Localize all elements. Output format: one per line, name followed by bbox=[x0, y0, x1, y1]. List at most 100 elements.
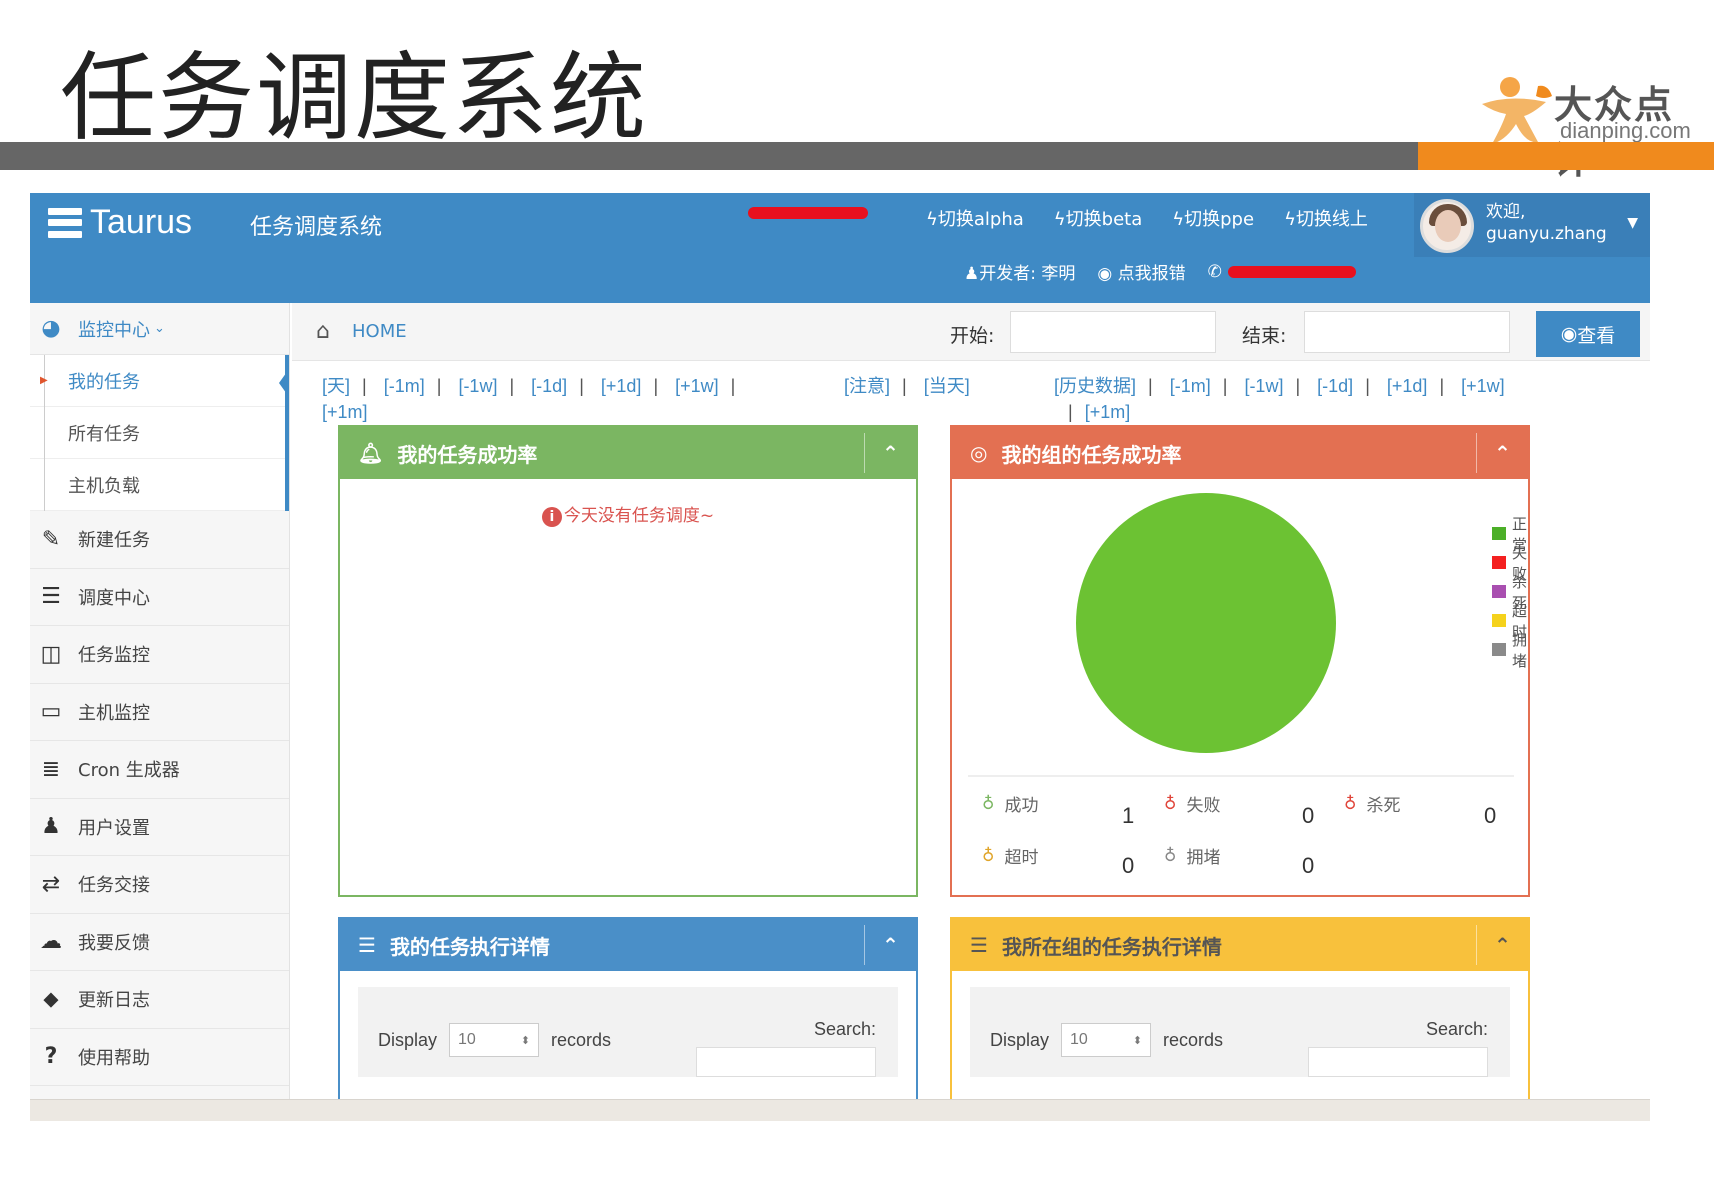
lightbulb-icon: ♁ bbox=[1164, 793, 1177, 814]
range-history-minus-1m[interactable]: [-1m] bbox=[1170, 376, 1211, 396]
panel-my-success-rate: 🔔︎ 我的任务成功率 ⌃ i 今天没有任务调度~ bbox=[338, 425, 918, 897]
user-greeting-block: 欢迎, guanyu.zhang bbox=[1486, 201, 1607, 245]
pie-chart bbox=[1076, 493, 1336, 753]
switch-beta-link[interactable]: ϟ切换beta bbox=[1054, 205, 1142, 231]
range-history-minus-1w[interactable]: [-1w] bbox=[1244, 376, 1283, 396]
stat-success-value: 1 bbox=[1122, 803, 1135, 828]
sidebar-item-all-tasks[interactable]: 所有任务 bbox=[30, 407, 285, 459]
range-minus-1d[interactable]: [-1d] bbox=[531, 376, 567, 396]
range-history-minus-1d[interactable]: [-1d] bbox=[1317, 376, 1353, 396]
slide-divider-accent bbox=[1418, 142, 1714, 170]
range-history[interactable]: [历史数据] bbox=[1054, 376, 1136, 396]
chevron-down-icon: ⌄ bbox=[154, 321, 165, 336]
stat-failed-value: 0 bbox=[1302, 803, 1315, 828]
switch-online-link[interactable]: ϟ切换线上 bbox=[1284, 205, 1368, 231]
range-today[interactable]: [当天] bbox=[924, 376, 970, 396]
range-minus-1w[interactable]: [-1w] bbox=[458, 376, 497, 396]
edit-icon: ✎ bbox=[41, 526, 61, 552]
slide-title: 任务调度系统 bbox=[60, 42, 648, 154]
view-button[interactable]: ◉ 查看 bbox=[1536, 311, 1640, 357]
range-history-plus-1w[interactable]: [+1w] bbox=[1461, 376, 1505, 396]
chevron-up-icon: ⌃ bbox=[882, 933, 899, 957]
avatar bbox=[1420, 199, 1474, 253]
range-plus-1d[interactable]: [+1d] bbox=[601, 376, 642, 396]
sidebar-item-changelog[interactable]: ⬥ 更新日志 bbox=[30, 971, 289, 1029]
home-icon: ⌂ bbox=[316, 319, 330, 344]
range-history-plus-1d[interactable]: [+1d] bbox=[1387, 376, 1428, 396]
lightbulb-icon: ♁ bbox=[982, 793, 995, 814]
search-input[interactable] bbox=[696, 1047, 876, 1077]
user-small-icon: ♟ bbox=[964, 264, 980, 284]
eye-icon: ◉ bbox=[1560, 323, 1578, 345]
panel-group-details-header: ☰ 我所在组的任务执行详情 ⌃ bbox=[952, 919, 1528, 971]
bolt-icon: ϟ bbox=[1053, 209, 1066, 230]
list-icon: ≣ bbox=[41, 756, 61, 782]
sidebar-item-task-handover[interactable]: ⇄ 任务交接 bbox=[30, 856, 289, 914]
stat-killed-value: 0 bbox=[1484, 803, 1497, 828]
dianping-logo: 大众点评 dianping.com bbox=[1476, 70, 1706, 182]
start-label: 开始: bbox=[950, 325, 995, 347]
range-day[interactable]: [天] bbox=[322, 376, 350, 396]
tag-icon: ⬥ bbox=[43, 986, 59, 1012]
range-history-plus-1m[interactable]: [+1m] bbox=[1085, 402, 1131, 422]
list-ul-icon: ☰ bbox=[970, 933, 988, 957]
select-arrows-icon: ⬍ bbox=[1132, 1034, 1143, 1047]
report-bug-link[interactable]: ◉ 点我报错 bbox=[1097, 259, 1185, 284]
collapse-button[interactable]: ⌃ bbox=[864, 925, 916, 965]
search-input[interactable] bbox=[1308, 1047, 1488, 1077]
bolt-icon: ϟ bbox=[1172, 209, 1185, 230]
range-plus-1w[interactable]: [+1w] bbox=[675, 376, 719, 396]
bullseye-icon: ◎ bbox=[970, 441, 988, 465]
phone-icon: ✆ bbox=[1207, 261, 1222, 282]
breadcrumb-home[interactable]: HOME bbox=[352, 321, 407, 342]
taurus-app-window: Taurus 任务调度系统 ϟ切换alpha ϟ切换beta ϟ切换ppe ϟ切… bbox=[30, 193, 1650, 1121]
page-size-select[interactable]: 10 ⬍ bbox=[449, 1023, 540, 1057]
brand[interactable]: Taurus bbox=[48, 203, 192, 242]
no-task-message: i 今天没有任务调度~ bbox=[340, 501, 916, 527]
range-plus-1m[interactable]: [+1m] bbox=[322, 402, 368, 422]
penguin-icon: ◉ bbox=[1097, 264, 1113, 284]
chart-legend: 正常 失败 杀死 超时 拥堵 bbox=[1492, 515, 1533, 670]
sidebar-item-cron-generator[interactable]: ≣ Cron 生成器 bbox=[30, 741, 289, 799]
legend-item[interactable]: 拥堵 bbox=[1492, 631, 1533, 670]
sidebar-item-help[interactable]: ? 使用帮助 bbox=[30, 1029, 289, 1086]
collapse-button[interactable]: ⌃ bbox=[1476, 925, 1528, 965]
sidebar-item-my-tasks[interactable]: ▶ 我的任务 bbox=[30, 355, 289, 407]
sidebar-item-task-monitor[interactable]: ◫ 任务监控 bbox=[30, 626, 289, 684]
legend-swatch bbox=[1492, 527, 1506, 540]
redacted-phone-top bbox=[748, 207, 868, 219]
sidebar-item-user-settings[interactable]: ♟ 用户设置 bbox=[30, 799, 289, 856]
collapse-button[interactable]: ⌃ bbox=[864, 433, 916, 473]
panel-group-success-rate: ◎ 我的组的任务成功率 ⌃ 正常 失败 杀死 超时 拥堵 ♁ 成功 1 ♁ 失败 0 ♁ 杀死… bbox=[950, 425, 1530, 897]
browser-bottom-edge bbox=[30, 1099, 1650, 1121]
sidebar-item-feedback[interactable]: ☁ 我要反馈 bbox=[30, 914, 289, 971]
sidebar-item-schedule-center[interactable]: ☰ 调度中心 bbox=[30, 569, 289, 626]
pie-slice-0[interactable] bbox=[1076, 493, 1336, 753]
datatable-controls: Display 10 ⬍ records Search: bbox=[970, 987, 1510, 1077]
stat-timeout-value: 0 bbox=[1122, 853, 1135, 878]
sidebar-item-host-monitor[interactable]: ▭ 主机监控 bbox=[30, 684, 289, 741]
select-arrows-icon: ⬍ bbox=[520, 1034, 531, 1047]
range-notice[interactable]: [注意] bbox=[844, 376, 890, 396]
page-size-select[interactable]: 10 ⬍ bbox=[1061, 1023, 1152, 1057]
app-subtitle: 任务调度系统 bbox=[250, 215, 383, 240]
start-date-input[interactable] bbox=[1010, 311, 1216, 353]
sidebar-item-new-task[interactable]: ✎ 新建任务 bbox=[30, 511, 289, 569]
switch-ppe-link[interactable]: ϟ切换ppe bbox=[1172, 205, 1254, 231]
switch-alpha-link[interactable]: ϟ切换alpha bbox=[926, 205, 1024, 231]
panel-my-details-header: ☰ 我的任务执行详情 ⌃ bbox=[340, 919, 916, 971]
stat-timeout: ♁ 超时 bbox=[982, 845, 1039, 869]
sidebar-item-host-load[interactable]: 主机负载 bbox=[30, 459, 285, 511]
user-menu[interactable]: 欢迎, guanyu.zhang ▼ bbox=[1414, 193, 1650, 257]
end-date-input[interactable] bbox=[1304, 311, 1510, 353]
collapse-button[interactable]: ⌃ bbox=[1476, 433, 1528, 473]
app-header: Taurus 任务调度系统 ϟ切换alpha ϟ切换beta ϟ切换ppe ϟ切… bbox=[30, 193, 1650, 303]
env-switch-links: ϟ切换alpha ϟ切换beta ϟ切换ppe ϟ切换线上 bbox=[926, 205, 1368, 231]
sidebar-group-monitor[interactable]: ◕ 监控中心 ⌄ bbox=[30, 303, 289, 355]
brand-name: Taurus bbox=[90, 203, 193, 241]
main-content: ⌂ HOME 开始: 结束: ◉ 查看 [天] | [-1m] | [-1w] | [-… bbox=[292, 303, 1650, 1121]
datatable-controls: Display 10 ⬍ records Search: bbox=[358, 987, 898, 1077]
monitor-icon: ▭ bbox=[40, 699, 62, 725]
range-minus-1m[interactable]: [-1m] bbox=[384, 376, 425, 396]
info-icon: i bbox=[541, 507, 562, 527]
